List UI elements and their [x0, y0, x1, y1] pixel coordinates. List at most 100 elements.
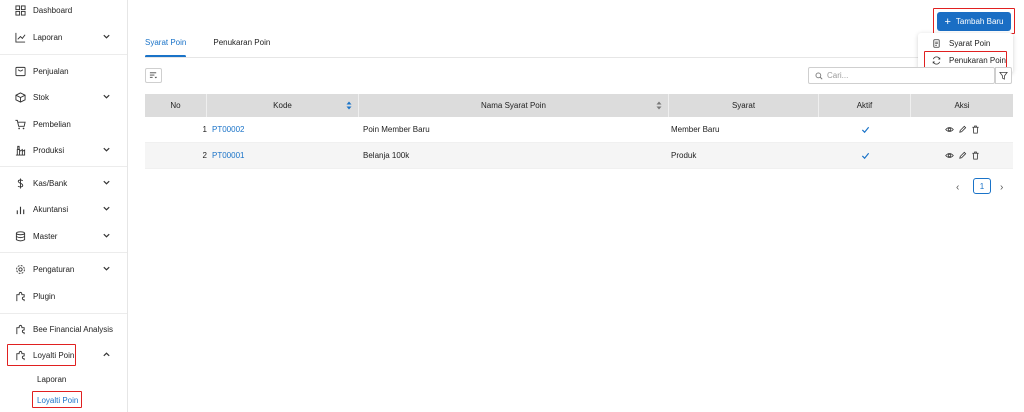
- sort-icon[interactable]: [656, 101, 662, 110]
- check-icon: [861, 152, 869, 160]
- table-row: 1 PT00002 Poin Member Baru Member Baru: [145, 117, 1013, 143]
- data-table: No Kode Nama Syarat Poin Syarat Aktif Ak…: [145, 94, 1013, 169]
- column-header-nama[interactable]: Nama Syarat Poin: [359, 94, 669, 117]
- table-row: 2 PT00001 Belanja 100k Produk: [145, 143, 1013, 169]
- sidebar-item-label: Dashboard: [33, 5, 73, 15]
- sales-icon: [14, 65, 26, 77]
- sidebar-item-plugin[interactable]: Plugin: [0, 283, 127, 309]
- cell-aksi: [911, 143, 1013, 169]
- grid-icon: [14, 4, 26, 16]
- sidebar-divider: [0, 252, 127, 253]
- column-settings-button[interactable]: [145, 68, 162, 83]
- highlight-box: [32, 391, 82, 408]
- sidebar-item-master[interactable]: Master: [0, 223, 127, 249]
- header-label: No: [170, 101, 181, 110]
- sidebar-item-pengaturan[interactable]: Pengaturan: [0, 256, 127, 282]
- sidebar-item-penjualan[interactable]: Penjualan: [0, 58, 127, 84]
- box-icon: [14, 91, 26, 103]
- sidebar-item-produksi[interactable]: Produksi: [0, 137, 127, 163]
- check-icon: [861, 126, 869, 134]
- filter-button[interactable]: [995, 67, 1012, 84]
- pagination-current-page[interactable]: 1: [973, 178, 991, 194]
- pagination-prev-icon[interactable]: ‹: [956, 182, 959, 193]
- sidebar: Dashboard Laporan Penjualan Stok Pembeli…: [0, 0, 128, 412]
- column-header-syarat: Syarat: [669, 94, 819, 117]
- sidebar-divider: [0, 166, 127, 167]
- kode-link[interactable]: PT00002: [212, 125, 244, 134]
- sidebar-item-label: Stok: [33, 92, 50, 102]
- bar-chart-icon: [14, 203, 26, 215]
- plugin-icon: [14, 323, 26, 335]
- cell-aktif: [819, 143, 911, 169]
- kode-link[interactable]: PT00001: [212, 151, 244, 160]
- header-label: Aktif: [856, 101, 873, 110]
- header-label: Kode: [273, 101, 292, 110]
- cell-no: 1: [202, 125, 207, 134]
- sidebar-item-label: Akuntansi: [33, 204, 69, 214]
- sidebar-item-label: Pengaturan: [33, 264, 75, 274]
- sidebar-item-label: Kas/Bank: [33, 178, 68, 188]
- sidebar-item-kas-bank[interactable]: Kas/Bank: [0, 170, 127, 196]
- cell-syarat: Member Baru: [671, 125, 720, 134]
- column-header-kode[interactable]: Kode: [207, 94, 359, 117]
- tab-syarat-poin[interactable]: Syarat Poin: [145, 38, 187, 58]
- cell-kode: PT00002: [207, 117, 359, 143]
- sidebar-item-label: Pembelian: [33, 119, 71, 129]
- chevron-down-icon: [103, 233, 110, 238]
- chevron-up-icon: [103, 352, 110, 357]
- cell-no: 2: [202, 151, 207, 160]
- chevron-down-icon: [103, 266, 110, 271]
- plugin-icon: [14, 290, 26, 302]
- gear-icon: [14, 263, 26, 275]
- cell-nama: Belanja 100k: [363, 151, 410, 160]
- sidebar-item-stok[interactable]: Stok: [0, 84, 127, 110]
- sort-icon[interactable]: [346, 101, 352, 110]
- filter-icon: [999, 71, 1008, 80]
- cart-icon: [14, 118, 26, 130]
- sidebar-divider: [0, 313, 127, 314]
- sidebar-item-laporan[interactable]: Laporan: [0, 24, 127, 50]
- menu-item-syarat-poin[interactable]: Syarat Poin: [918, 35, 1013, 52]
- chevron-down-icon: [103, 180, 110, 185]
- chevron-down-icon: [103, 94, 110, 99]
- view-icon[interactable]: [944, 151, 954, 160]
- cell-aksi: [911, 117, 1013, 143]
- column-header-aktif: Aktif: [819, 94, 911, 117]
- sidebar-subitem-laporan[interactable]: Laporan: [37, 375, 66, 384]
- tab-bar: Syarat Poin Penukaran Poin: [145, 38, 270, 58]
- sidebar-item-label: Produksi: [33, 145, 65, 155]
- database-icon: [14, 230, 26, 242]
- sidebar-item-dashboard[interactable]: Dashboard: [0, 0, 127, 23]
- search-field[interactable]: Cari...: [808, 67, 995, 84]
- header-label: Syarat: [731, 101, 756, 110]
- column-header-aksi: Aksi: [911, 94, 1013, 117]
- highlight-box: [933, 8, 1015, 34]
- header-label: Aksi: [954, 101, 970, 110]
- cell-syarat: Produk: [671, 151, 697, 160]
- tabs-divider: [145, 57, 1013, 58]
- sidebar-item-label: Laporan: [33, 32, 63, 42]
- delete-icon[interactable]: [971, 151, 980, 160]
- sidebar-item-pembelian[interactable]: Pembelian: [0, 111, 127, 137]
- search-icon: [815, 72, 823, 80]
- chevron-down-icon: [103, 206, 110, 211]
- menu-item-label: Syarat Poin: [949, 39, 991, 48]
- cell-nama: Poin Member Baru: [363, 125, 430, 134]
- edit-icon[interactable]: [958, 125, 967, 134]
- delete-icon[interactable]: [971, 125, 980, 134]
- chart-line-icon: [14, 31, 26, 43]
- tab-penukaran-poin[interactable]: Penukaran Poin: [213, 38, 270, 56]
- edit-icon[interactable]: [958, 151, 967, 160]
- sidebar-item-bee-financial-analysis[interactable]: Bee Financial Analysis: [0, 316, 127, 342]
- table-header: No Kode Nama Syarat Poin Syarat Aktif Ak…: [145, 94, 1013, 117]
- dollar-icon: [14, 177, 26, 189]
- pagination-next-icon[interactable]: ›: [1000, 182, 1003, 193]
- chevron-down-icon: [103, 147, 110, 152]
- highlight-box: [7, 344, 76, 366]
- sidebar-item-akuntansi[interactable]: Akuntansi: [0, 196, 127, 222]
- chevron-down-icon: [103, 34, 110, 39]
- header-label: Nama Syarat Poin: [481, 101, 546, 110]
- cell-kode: PT00001: [207, 143, 359, 169]
- view-icon[interactable]: [944, 125, 954, 134]
- sidebar-divider: [0, 54, 127, 55]
